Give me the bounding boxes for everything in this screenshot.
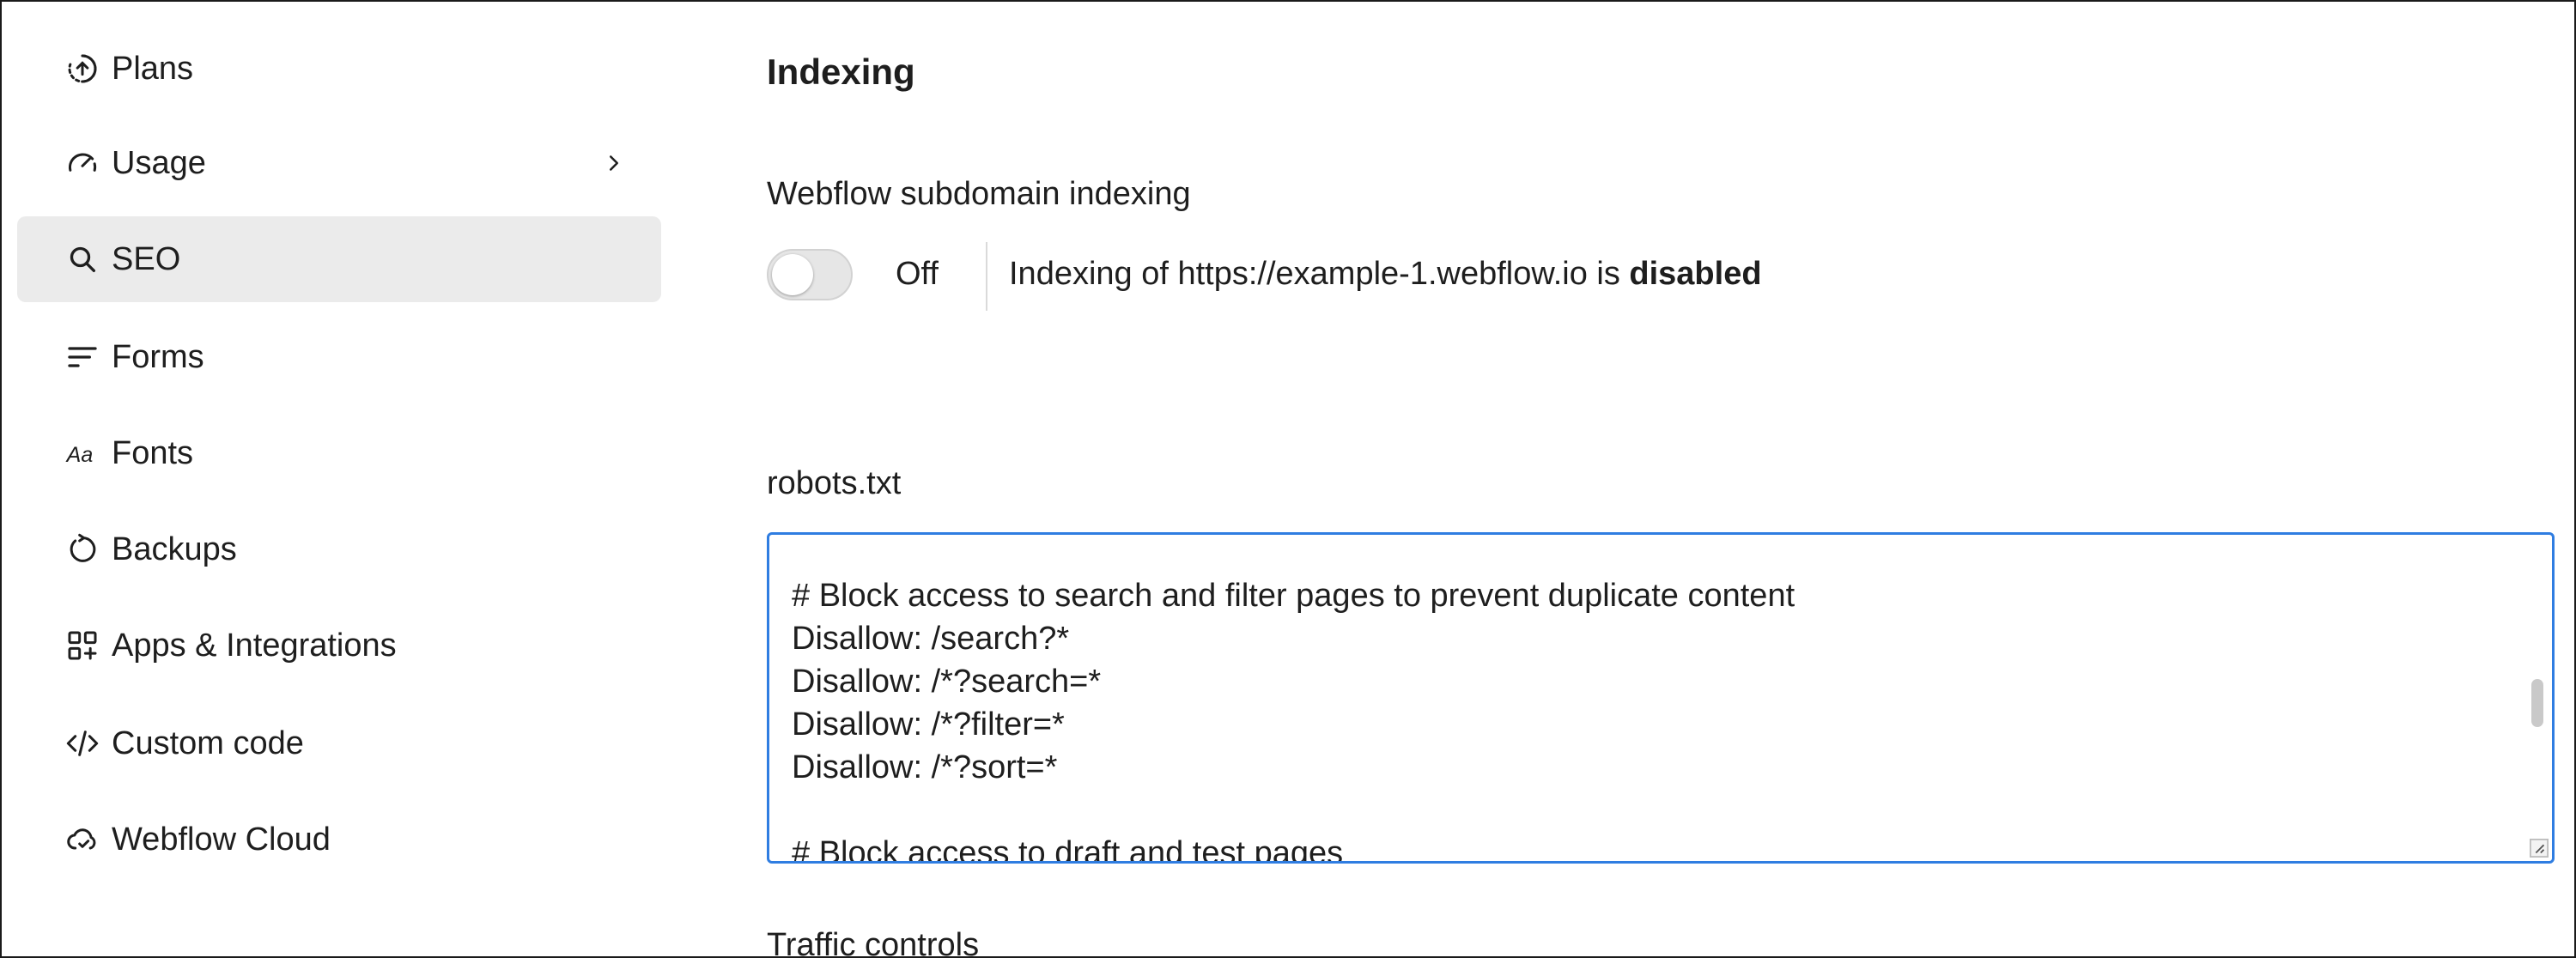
robots-txt-textarea[interactable]: # Block access to search and filter page… (767, 532, 2555, 864)
sidebar-item-label: Custom code (112, 725, 304, 761)
sidebar-item-plans[interactable]: Plans (17, 26, 661, 112)
code-icon (65, 726, 100, 761)
robots-line: # Block access to draft and test pages (792, 835, 1344, 864)
backup-icon (65, 532, 100, 567)
sidebar-item-apps-integrations[interactable]: Apps & Integrations (17, 603, 661, 688)
search-icon (65, 242, 100, 276)
sidebar-item-label: Backups (112, 531, 237, 567)
robots-txt-content: # Block access to search and filter page… (792, 574, 1795, 864)
svg-text:Aa: Aa (65, 443, 93, 467)
subdomain-indexing-label: Webflow subdomain indexing (767, 176, 1191, 212)
subdomain-indexing-toggle[interactable] (767, 249, 853, 300)
chevron-right-icon (610, 155, 618, 171)
robots-txt-label: robots.txt (767, 465, 902, 501)
forms-icon (65, 340, 100, 374)
indexing-status-prefix: Indexing of https://example-1.webflow.io… (1009, 256, 1630, 292)
resize-handle-icon[interactable] (2530, 839, 2549, 858)
seo-settings-panel: Indexing Webflow subdomain indexing Off … (767, 0, 2561, 963)
toggle-knob (772, 254, 813, 295)
page-title: Indexing (767, 52, 915, 92)
indexing-status-text: Indexing of https://example-1.webflow.io… (1009, 256, 1762, 293)
robots-line: Disallow: /search?* (792, 621, 1070, 657)
robots-line: # Block access to search and filter page… (792, 578, 1795, 614)
robots-line: Disallow: /*?search=* (792, 664, 1102, 700)
fonts-icon: Aa (65, 436, 100, 470)
robots-line: Disallow: /*?filter=* (792, 706, 1065, 743)
sidebar-item-seo[interactable]: SEO (17, 216, 661, 302)
sidebar-item-label: Usage (112, 144, 206, 181)
apps-icon (65, 628, 100, 663)
indexing-status-value: disabled (1629, 256, 1762, 292)
toggle-state-label: Off (896, 256, 939, 292)
sidebar-item-label: Plans (112, 50, 194, 87)
plans-icon (65, 52, 100, 86)
sidebar-item-forms[interactable]: Forms (17, 314, 661, 400)
sidebar-item-label: Apps & Integrations (112, 627, 397, 664)
textarea-scrollbar[interactable] (2531, 679, 2543, 727)
sidebar-item-webflow-cloud[interactable]: Webflow Cloud (17, 797, 661, 882)
sidebar-item-backups[interactable]: Backups (17, 506, 661, 592)
sidebar-item-fonts[interactable]: Aa Fonts (17, 410, 661, 496)
sidebar-item-usage[interactable]: Usage (17, 120, 661, 206)
sidebar-item-label: Fonts (112, 434, 194, 471)
sidebar-item-label: Webflow Cloud (112, 821, 331, 858)
sidebar-item-label: Forms (112, 338, 204, 375)
robots-line: Disallow: /*?sort=* (792, 749, 1058, 785)
cloud-icon (65, 822, 100, 857)
sidebar-item-label: SEO (112, 240, 181, 277)
robots-line (792, 789, 1795, 832)
divider (986, 242, 987, 311)
gauge-icon (65, 146, 100, 180)
sidebar-item-custom-code[interactable]: Custom code (17, 700, 661, 786)
sidebar: Plans Usage SEO Forms Aa Fonts Backups A… (0, 0, 678, 958)
traffic-controls-label: Traffic controls (767, 927, 980, 963)
